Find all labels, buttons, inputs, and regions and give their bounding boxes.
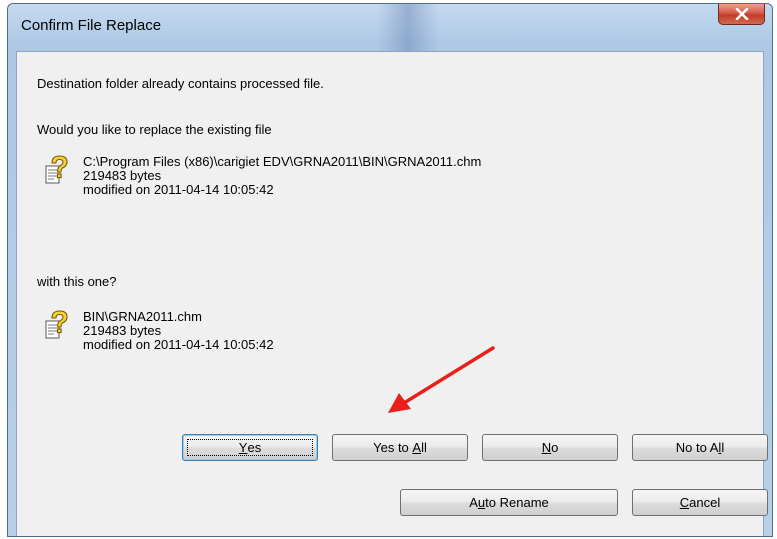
existing-file-info: C:\Program Files (x86)\carigiet EDV\GRNA… (83, 155, 481, 197)
annotation-arrow (388, 346, 495, 413)
yes-to-all-label-pre: Yes to (373, 440, 413, 455)
no-to-all-button[interactable]: No to All (632, 434, 768, 461)
existing-file-size: 219483 bytes (83, 168, 162, 183)
no-button[interactable]: No (482, 434, 618, 461)
cancel-button[interactable]: Cancel (632, 489, 768, 516)
cancel-label-post: ancel (689, 495, 721, 510)
close-icon (735, 8, 748, 20)
confirm-file-replace-window: Confirm File Replace Destination folder … (7, 3, 773, 537)
auto-rename-label-pre: A (469, 495, 478, 510)
new-file-size: 219483 bytes (83, 323, 162, 338)
replace-question: Would you like to replace the existing f… (37, 122, 272, 137)
yes-label-post: es (247, 440, 262, 455)
yes-accelerator: Y (238, 440, 248, 455)
new-file-modified: modified on 2011-04-14 10:05:42 (83, 337, 274, 352)
auto-rename-label-post: to Rename (485, 495, 549, 510)
existing-file-path: C:\Program Files (x86)\carigiet EDV\GRNA… (83, 154, 482, 169)
yes-to-all-label-post: ll (421, 440, 427, 455)
auto-rename-button[interactable]: Au to Rename (400, 489, 618, 516)
window-title: Confirm File Replace (21, 17, 162, 34)
new-file-info: BIN\GRNA2011.chm 219483 bytes modified o… (83, 310, 274, 352)
unknown-file-question-icon (45, 155, 68, 184)
dialog-message: Destination folder already contains proc… (37, 76, 324, 91)
new-file-path: BIN\GRNA2011.chm (83, 309, 202, 324)
auto-rename-accelerator: u (477, 495, 486, 510)
yes-to-all-accelerator: A (412, 440, 422, 455)
cancel-accelerator: C (679, 495, 690, 510)
existing-file-modified: modified on 2011-04-14 10:05:42 (83, 182, 274, 197)
dialog-body: Destination folder already contains proc… (16, 51, 768, 536)
no-accelerator: N (541, 440, 552, 455)
with-this-one-label: with this one? (37, 274, 117, 289)
yes-button[interactable]: Yes (182, 434, 318, 461)
no-to-all-label-pre: No to A (675, 440, 719, 455)
yes-to-all-button[interactable]: Yes to All (332, 434, 468, 461)
titlebar-glass (378, 4, 438, 54)
unknown-file-question-icon (45, 310, 68, 339)
close-button[interactable] (718, 4, 765, 25)
no-label-post: o (551, 440, 559, 455)
no-to-all-label-post: l (721, 440, 725, 455)
